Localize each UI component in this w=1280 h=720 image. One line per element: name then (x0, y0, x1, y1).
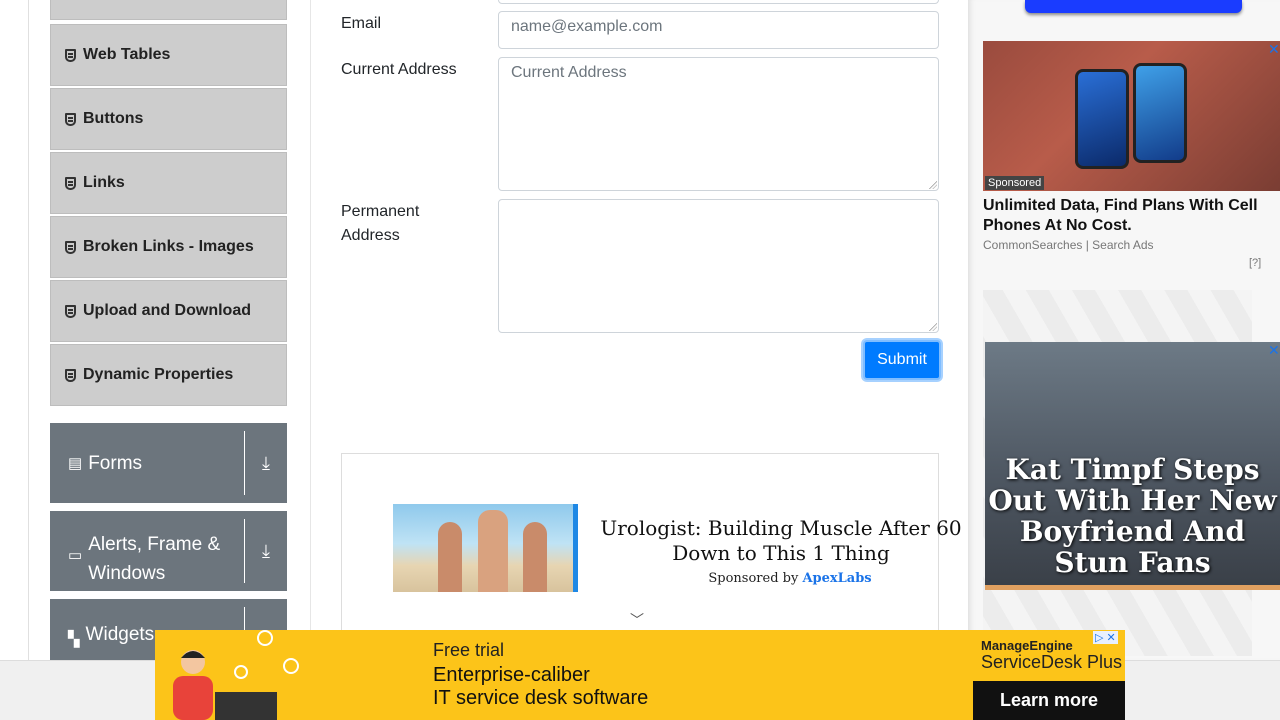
group-label-wrap: ▤ Forms (50, 431, 245, 495)
banner-illustration (173, 630, 299, 720)
resize-handle[interactable] (929, 323, 937, 331)
resize-handle[interactable] (929, 181, 937, 189)
html5-icon (65, 176, 76, 190)
ad-image[interactable] (393, 504, 578, 592)
chevron-down-icon[interactable]: ﹀ (630, 610, 644, 630)
ad1-title[interactable]: Unlimited Data, Find Plans With Cell Pho… (983, 196, 1280, 236)
sidebar-item-buttons[interactable]: Buttons (50, 88, 287, 150)
group-label: Alerts, Frame & Windows (88, 534, 221, 584)
ad-sponsor-line: Sponsored by ApexLabs (600, 571, 980, 586)
html5-icon (65, 112, 76, 126)
document-icon: ▤ (68, 454, 83, 472)
ad-person (438, 522, 462, 592)
email-label: Email (341, 15, 382, 32)
window-icon: ▭ (68, 547, 83, 564)
sidebar-item-dynamic-properties[interactable]: Dynamic Properties (50, 344, 287, 406)
name-field-bottom[interactable] (498, 0, 939, 4)
sidebar-item-links[interactable]: Links (50, 152, 287, 214)
ad-person (478, 510, 508, 592)
email-placeholder: name@example.com (511, 18, 663, 35)
banner-headline-line2: IT service desk software (433, 687, 649, 709)
download-icon[interactable]: ⤓ (245, 423, 287, 503)
ad-headline[interactable]: Urologist: Building Muscle After 60 Down… (595, 516, 967, 566)
ad1-source: CommonSearches | Search Ads (983, 238, 1154, 252)
submit-button[interactable]: Submit (863, 340, 941, 380)
ad1-image[interactable]: Sponsored (983, 41, 1280, 191)
brand-logo-top: ManageEngine (981, 638, 1073, 653)
sidebar-item-web-tables[interactable]: Web Tables (50, 24, 287, 86)
group-label: Widgets (85, 624, 155, 645)
gutter-line (28, 0, 29, 660)
bottom-ad-banner[interactable]: Free trial Enterprise-caliber IT service… (155, 630, 1125, 720)
banner-headline: Enterprise-caliber IT service desk softw… (433, 664, 648, 710)
ad2-headline: Kat Timpf Steps Out With Her New Boyfrie… (988, 453, 1277, 579)
current-address-field[interactable]: Current Address (498, 57, 939, 191)
ad-button[interactable] (1025, 0, 1242, 13)
sidebar-item-label: Web Tables (83, 46, 171, 63)
permanent-address-label: Permanent Address (341, 203, 420, 244)
html5-icon (65, 240, 76, 254)
ad-help-link[interactable]: [?] (1249, 257, 1261, 269)
current-address-label: Current Address (341, 61, 457, 78)
phone-graphic (1133, 63, 1187, 163)
ad-person (523, 522, 547, 592)
sidebar-item-label: Broken Links - Images (83, 238, 254, 255)
close-icon[interactable]: ✕ (1268, 342, 1280, 359)
sidebar-group-forms[interactable]: ▤ Forms ⤓ (50, 423, 287, 503)
html5-icon (65, 304, 76, 318)
group-label: Forms (88, 452, 143, 474)
widgets-icon: ▚ (68, 631, 80, 648)
ad-sponsor-link[interactable]: ApexLabs (802, 571, 871, 586)
sidebar-item-top[interactable] (50, 0, 287, 20)
sidebar-item-label: Links (83, 174, 125, 191)
sidebar-item-upload-download[interactable]: Upload and Download (50, 280, 287, 342)
html5-icon (65, 48, 76, 62)
sidebar-item-label: Buttons (83, 110, 144, 127)
brand-logo-bottom: ServiceDesk Plus (981, 652, 1123, 672)
download-icon[interactable]: ⤓ (245, 511, 287, 591)
permanent-address-field[interactable] (498, 199, 939, 333)
ad-sponsored-prefix: Sponsored by (708, 571, 799, 586)
sidebar-item-label: Upload and Download (83, 302, 251, 319)
learn-more-button[interactable]: Learn more (973, 681, 1125, 720)
current-address-placeholder: Current Address (511, 64, 627, 81)
banner-headline-line1: Enterprise-caliber (433, 664, 590, 686)
ad-close-icon[interactable]: ▷ ✕ (1093, 631, 1118, 644)
ad2-image[interactable]: Kat Timpf Steps Out With Her New Boyfrie… (985, 342, 1280, 590)
html5-icon (65, 368, 76, 382)
sidebar-divider (310, 0, 311, 660)
email-field[interactable]: name@example.com (498, 11, 939, 49)
sponsored-badge: Sponsored (985, 176, 1045, 190)
banner-free-trial: Free trial (433, 640, 505, 660)
sidebar-item-broken-links[interactable]: Broken Links - Images (50, 216, 287, 278)
sidebar-item-label: Dynamic Properties (83, 366, 234, 383)
close-icon[interactable]: ✕ (1268, 41, 1280, 58)
group-label-wrap: ▭ Alerts, Frame & Windows (50, 519, 245, 584)
sidebar-group-alerts[interactable]: ▭ Alerts, Frame & Windows ⤓ (50, 511, 287, 591)
phone-graphic (1075, 69, 1129, 169)
